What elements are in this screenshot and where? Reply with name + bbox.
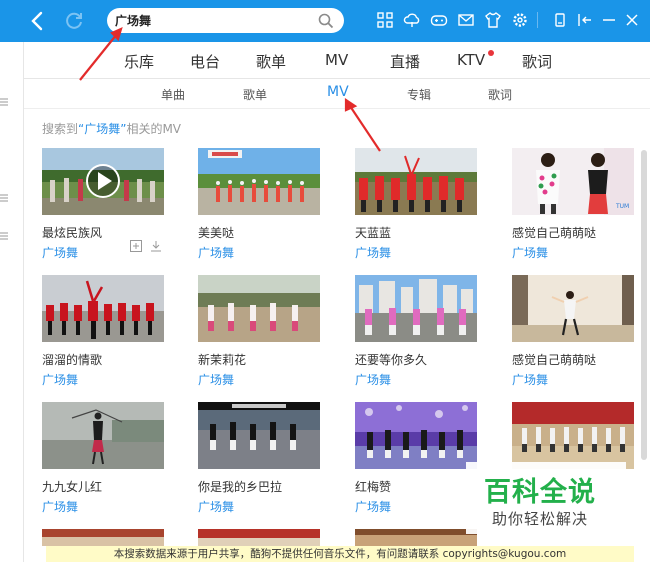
mv-title[interactable]: 新茉莉花: [198, 351, 246, 368]
mv-artist[interactable]: 广场舞: [198, 498, 234, 515]
mv-title[interactable]: 感觉自己萌萌哒: [512, 224, 596, 241]
minimize-icon[interactable]: [600, 11, 618, 29]
refresh-icon[interactable]: [62, 9, 86, 33]
close-icon[interactable]: [623, 11, 641, 29]
mv-title[interactable]: 红梅赞: [355, 478, 391, 495]
mv-thumbnail[interactable]: [355, 529, 477, 546]
search-box[interactable]: [107, 8, 344, 33]
search-result-summary: 搜索到“广场舞”相关的MV: [42, 120, 181, 137]
add-icon[interactable]: [130, 240, 142, 252]
mv-thumbnail[interactable]: [355, 402, 477, 469]
mv-thumbnail[interactable]: [42, 148, 164, 215]
svg-text:TUM: TUM: [615, 203, 629, 210]
mv-title[interactable]: 溜溜的情歌: [42, 351, 102, 368]
tab-library[interactable]: 乐库: [124, 51, 154, 72]
mv-thumbnail[interactable]: [198, 402, 320, 469]
mv-title[interactable]: 最炫民族风: [42, 224, 102, 241]
gear-icon[interactable]: [511, 11, 529, 29]
mv-title[interactable]: 天蓝蓝: [355, 224, 391, 241]
menu-icon[interactable]: [0, 188, 10, 202]
tab-lyrics[interactable]: 歌词: [522, 51, 552, 72]
watermark: 百科全说 助你轻松解决: [466, 462, 626, 534]
result-suffix: 相关的MV: [126, 122, 182, 136]
mv-thumbnail[interactable]: [42, 402, 164, 469]
mv-thumbnail[interactable]: [42, 275, 164, 342]
shirt-icon[interactable]: [484, 11, 502, 29]
download-icon[interactable]: [150, 240, 162, 252]
mv-artist[interactable]: 广场舞: [355, 244, 391, 261]
watermark-subtitle: 助你轻松解决: [492, 510, 589, 528]
mv-thumbnail[interactable]: [355, 275, 477, 342]
mv-thumbnail[interactable]: [198, 529, 320, 546]
mv-thumbnail[interactable]: [42, 529, 164, 546]
mv-artist[interactable]: 广场舞: [198, 371, 234, 388]
mv-artist[interactable]: 广场舞: [42, 244, 78, 261]
mv-thumbnail[interactable]: [512, 402, 634, 469]
cloud-icon[interactable]: [403, 11, 421, 29]
back-arrow-icon[interactable]: [26, 9, 50, 33]
toolbar-divider: [537, 12, 538, 28]
mv-title[interactable]: 九九女儿红: [42, 478, 102, 495]
mv-thumbnail[interactable]: [355, 148, 477, 215]
tab-playlist[interactable]: 歌单: [256, 51, 286, 72]
menu-icon[interactable]: [0, 226, 10, 240]
left-sidebar: [0, 42, 24, 562]
search-icon[interactable]: [318, 13, 334, 29]
tab-live[interactable]: 直播: [390, 51, 420, 72]
mv-thumbnail[interactable]: TUM: [512, 148, 634, 215]
result-prefix: 搜索到: [42, 122, 79, 136]
result-keyword[interactable]: “广场舞”: [78, 122, 126, 136]
mv-artist[interactable]: 广场舞: [512, 244, 548, 261]
mv-thumbnail[interactable]: [512, 275, 634, 342]
mv-artist[interactable]: 广场舞: [512, 371, 548, 388]
tab-mv[interactable]: MV: [325, 51, 348, 69]
copyright-notice: 本搜索数据来源于用户共享，酷狗不提供任何音乐文件，有问题请联系 copyrigh…: [46, 546, 634, 562]
mv-artist[interactable]: 广场舞: [355, 498, 391, 515]
tab-radio[interactable]: 电台: [190, 51, 220, 72]
subtab-lyrics[interactable]: 歌词: [488, 86, 512, 103]
tab-ktv[interactable]: KTV: [457, 51, 485, 69]
mv-thumbnail[interactable]: [198, 148, 320, 215]
subtab-albums[interactable]: 专辑: [407, 86, 431, 103]
subtab-songs[interactable]: 单曲: [161, 86, 185, 103]
scrollbar[interactable]: [641, 150, 647, 460]
mail-icon[interactable]: [457, 11, 475, 29]
subtab-playlists[interactable]: 歌单: [243, 86, 267, 103]
watermark-title: 百科全说: [484, 477, 596, 508]
collapse-icon[interactable]: [576, 11, 594, 29]
mv-title[interactable]: 感觉自己萌萌哒: [512, 351, 596, 368]
mv-title[interactable]: 你是我的乡巴拉: [198, 478, 282, 495]
gamepad-icon[interactable]: [430, 11, 448, 29]
subtab-mv[interactable]: MV: [327, 84, 349, 100]
mv-title[interactable]: 美美哒: [198, 224, 234, 241]
main-nav: 乐库 电台 歌单 MV 直播 KTV 歌词: [24, 42, 650, 79]
menu-icon[interactable]: [0, 92, 10, 106]
mv-title[interactable]: 还要等你多久: [355, 351, 427, 368]
mini-player-icon[interactable]: [551, 11, 569, 29]
search-input[interactable]: [115, 11, 315, 30]
mv-artist[interactable]: 广场舞: [198, 244, 234, 261]
mv-artist[interactable]: 广场舞: [355, 371, 391, 388]
notification-dot: [488, 50, 494, 56]
sub-nav: 单曲 歌单 MV 专辑 歌词: [24, 79, 650, 109]
title-bar: [0, 0, 650, 42]
grid-icon[interactable]: [376, 11, 394, 29]
mv-artist[interactable]: 广场舞: [42, 498, 78, 515]
mv-thumbnail[interactable]: [198, 275, 320, 342]
mv-artist[interactable]: 广场舞: [42, 371, 78, 388]
